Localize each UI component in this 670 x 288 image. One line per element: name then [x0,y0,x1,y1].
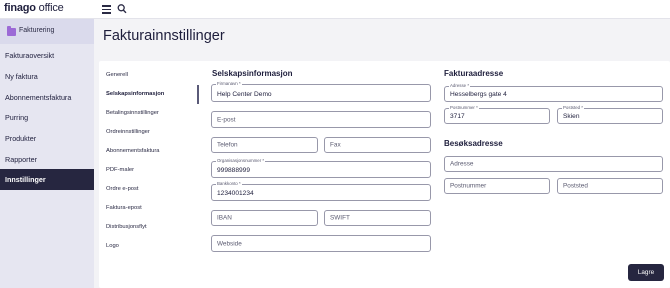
finago-office-logo[interactable]: finago office [4,2,64,14]
company-name-label: Firmanavn * [216,81,242,87]
sidebar: Fakturering Fakturaoversikt Ny faktura A… [0,19,94,288]
iban-field[interactable]: IBAN [211,210,318,226]
website-field[interactable]: Webside [211,235,431,252]
sidebar-item-rapporter[interactable]: Rapporter [0,149,94,170]
company-name-field[interactable]: Firmanavn * Help Center Demo [211,81,431,102]
visit-address-placeholder: Adresse [450,160,474,168]
website-placeholder: Webside [217,240,242,247]
visit-city-placeholder: Poststed [563,182,588,190]
sidebar-item-abonnementsfaktura[interactable]: Abonnementsfaktura [0,87,94,108]
sidebar-item-purring[interactable]: Purring [0,107,94,128]
visit-address-heading: Besøksadresse [444,139,503,148]
invoice-postal-code-label: Postnummer * [449,105,479,111]
page-title: Fakturainnstillinger [103,28,225,44]
visit-address-field[interactable]: Adresse [444,156,663,172]
invoice-postal-code-value: 3717 [450,113,465,120]
settings-nav-logo[interactable]: Logo [106,243,119,249]
save-button[interactable]: Lagre [628,264,664,281]
visit-postal-code-placeholder: Postnummer [450,182,487,190]
active-nav-indicator [197,85,199,104]
settings-nav-faktura-epost[interactable]: Faktura-epost [106,205,142,211]
search-icon[interactable] [117,3,127,15]
invoice-address-label: Adresse * [449,83,471,89]
sidebar-item-fakturaoversikt[interactable]: Fakturaoversikt [0,45,94,66]
sidebar-item-innstillinger[interactable]: Innstillinger [0,169,94,190]
invoice-address-field[interactable]: Adresse * Hesselbergs gate 4 [444,83,663,102]
swift-placeholder: SWIFT [330,214,350,222]
swift-field[interactable]: SWIFT [324,210,431,226]
company-section-heading: Selskapsinformasjon [212,69,293,78]
email-field[interactable]: E-post [211,111,431,128]
fax-field[interactable]: Fax [324,137,431,153]
invoice-city-field[interactable]: Poststed * Skien [557,105,663,124]
settings-nav-pdf-maler[interactable]: PDF-maler [106,167,134,173]
settings-nav-abonnementsfaktura[interactable]: Abonnementsfaktura [106,148,160,154]
settings-nav-selskapsinformasjon[interactable]: Selskapsinformasjon [106,91,164,97]
phone-field[interactable]: Telefon [211,137,318,153]
settings-nav-distribusjonsflyt[interactable]: Distribusjonsflyt [106,224,147,230]
invoice-postal-code-field[interactable]: Postnummer * 3717 [444,105,550,124]
invoice-city-value: Skien [563,113,580,120]
logo-brand: finago [4,2,36,14]
sidebar-item-produkter[interactable]: Produkter [0,128,94,149]
org-number-field[interactable]: Organisasjonsnummer * 999888999 [211,158,431,178]
bank-account-value: 1234001234 [217,190,254,197]
org-number-value: 999888999 [217,167,251,174]
top-bar: finago office [0,0,670,19]
folder-icon [7,26,16,36]
logo-product: office [35,2,64,14]
invoice-address-heading: Fakturaadresse [444,69,504,78]
sidebar-item-ny-faktura[interactable]: Ny faktura [0,66,94,87]
settings-nav-generell[interactable]: Generell [106,72,128,78]
bank-account-label: Bankkonto * [216,181,242,187]
fax-placeholder: Fax [330,141,341,149]
settings-nav-ordreinnstillinger[interactable]: Ordreinnstillinger [106,129,150,135]
invoice-city-label: Poststed * [562,105,585,111]
email-placeholder: E-post [217,116,236,123]
invoice-address-value: Hesselbergs gate 4 [450,91,507,98]
company-name-value: Help Center Demo [217,91,272,98]
module-label: Fakturering [19,27,55,34]
settings-nav-ordre-e-post[interactable]: Ordre e-post [106,186,139,192]
module-header[interactable]: Fakturering [0,19,94,44]
settings-nav-betalingsinnstillinger[interactable]: Betalingsinnstillinger [106,110,159,116]
phone-placeholder: Telefon [217,141,238,149]
menu-icon[interactable] [102,5,111,14]
iban-placeholder: IBAN [217,214,232,222]
visit-postal-code-field[interactable]: Postnummer [444,178,550,194]
bank-account-field[interactable]: Bankkonto * 1234001234 [211,181,431,201]
visit-city-field[interactable]: Poststed [557,178,663,194]
org-number-label: Organisasjonsnummer * [216,158,266,164]
